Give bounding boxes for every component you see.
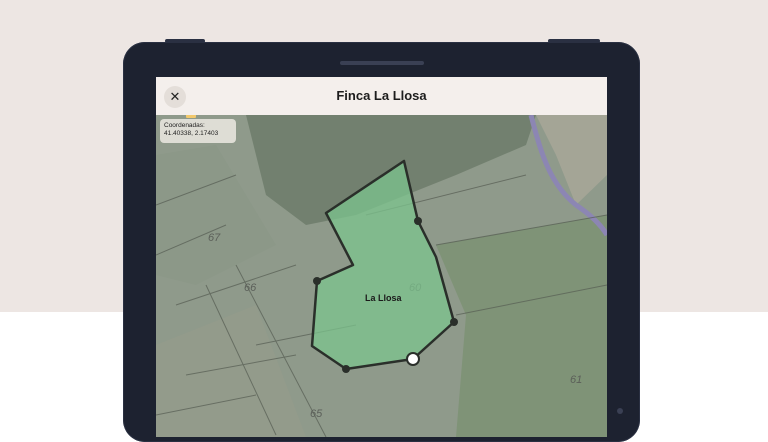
- coordinates-label: Coordenadas:: [164, 122, 205, 129]
- vertex-handle[interactable]: [450, 318, 458, 326]
- plot-number-67: 67: [208, 232, 221, 244]
- coordinates-box: Coordenadas: 41.40338, 2.17403: [160, 119, 236, 143]
- coordinates-value: 41.40338, 2.17403: [164, 130, 219, 137]
- plot-number-65: 65: [310, 408, 323, 420]
- tablet-speaker: [340, 61, 424, 65]
- satellite-map[interactable]: 67 66 60 65 61 La Llosa: [156, 115, 607, 437]
- page-title: Finca La Llosa: [336, 88, 427, 103]
- plot-number-61: 61: [570, 374, 582, 386]
- app-screen: Finca La Llosa ✕ Coordenadas: 41.40338, …: [156, 77, 607, 437]
- vertex-handle[interactable]: [313, 277, 321, 285]
- close-button[interactable]: ✕: [164, 86, 186, 108]
- tablet-camera: [617, 408, 623, 414]
- vertex-handle[interactable]: [414, 217, 422, 225]
- app-header: Finca La Llosa ✕: [156, 77, 607, 115]
- parcel-label: La Llosa: [365, 293, 403, 303]
- plot-number-66: 66: [244, 282, 257, 294]
- vertex-handle[interactable]: [342, 365, 350, 373]
- active-vertex-handle[interactable]: [406, 352, 420, 366]
- close-icon: ✕: [169, 89, 181, 104]
